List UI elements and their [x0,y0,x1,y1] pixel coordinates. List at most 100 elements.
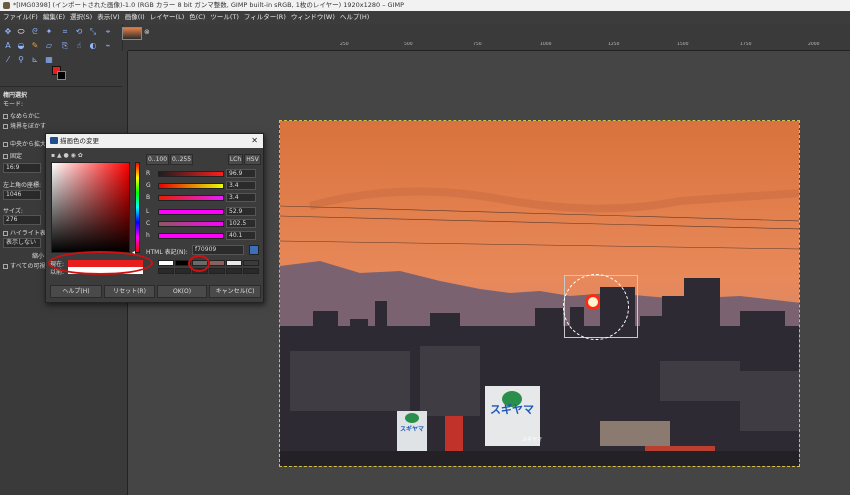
menu-windows[interactable]: ウィンドウ(W) [288,11,337,24]
menu-image[interactable]: 画像(I) [122,11,147,24]
antialias-label: なめらかに [10,113,41,120]
reset-button[interactable]: リセット(R) [104,285,155,298]
slider-value[interactable]: 40.1 [226,231,256,240]
slider-track[interactable] [158,221,224,227]
fixed-checkbox[interactable] [3,154,8,159]
menu-select[interactable]: 選択(S) [68,11,95,24]
annotation-ring [188,255,210,272]
range-0-255-button[interactable]: 0..255 [170,154,193,165]
menu-file[interactable]: ファイル(F) [0,11,40,24]
slider-track[interactable] [158,195,224,201]
measure-tool-icon[interactable]: ⊾ [30,55,40,65]
history-swatch[interactable] [243,260,259,266]
history-swatch[interactable] [209,260,225,266]
smudge-tool-icon[interactable]: ☝ [74,41,84,51]
eraser-tool-icon[interactable]: ▱ [44,41,54,51]
slider-track[interactable] [158,209,224,215]
range-0-100-button[interactable]: 0..100 [146,154,169,165]
align-tool-icon[interactable]: ⌖ [103,27,113,37]
expand-center-option[interactable]: 中央から拡大 [3,139,46,148]
antialias-checkbox[interactable] [3,114,8,119]
guides-select[interactable]: 表示しない [3,238,41,248]
eyedropper-icon[interactable] [249,245,259,255]
sign-text: スギヤマ [522,437,542,443]
hue-slider[interactable] [135,162,140,253]
image-tab-thumbnail[interactable] [122,27,142,40]
image-canvas[interactable]: スギヤマ スギヤマ スギヤマ [279,120,800,467]
slider-track[interactable] [158,233,224,239]
auto-shrink-button[interactable]: 縮小 [32,251,44,260]
history-swatch[interactable] [226,260,242,266]
antialias-option[interactable]: なめらかに [3,111,40,120]
slider-track[interactable] [158,183,224,189]
close-icon[interactable]: ✕ [251,134,258,148]
feather-checkbox[interactable] [3,124,8,129]
crop-tool-icon[interactable]: ⌗ [60,27,70,37]
slider-l[interactable]: L 52.9 [146,207,258,216]
menu-layer[interactable]: レイヤー(L) [147,11,187,24]
menu-colors[interactable]: 色(C) [187,11,208,24]
bucket-fill-tool-icon[interactable]: ◒ [16,41,26,51]
ok-button[interactable]: OK(O) [157,285,207,298]
ellipse-selection-marquee[interactable] [563,274,629,340]
horizontal-ruler[interactable]: 250 500 750 1000 1250 1500 1750 2000 [128,42,850,51]
help-button[interactable]: ヘルプ(H) [50,285,102,298]
menu-filters[interactable]: フィルター(R) [241,11,288,24]
slider-value[interactable]: 96.9 [226,169,256,178]
menu-help[interactable]: ヘルプ(H) [337,11,371,24]
size-width-field[interactable]: 276 [3,215,41,225]
gradient-tool-icon[interactable]: ▦ [44,55,54,65]
ruler-label: 750 [473,42,482,47]
history-swatch[interactable] [243,268,259,274]
slider-g[interactable]: G 3.4 [146,181,258,190]
lasso-tool-icon[interactable]: ᘓ [30,27,40,37]
slider-c[interactable]: C 102.5 [146,219,258,228]
slider-value[interactable]: 52.9 [226,207,256,216]
clone-tool-icon[interactable]: ⎘ [60,41,70,51]
slider-value[interactable]: 102.5 [226,219,256,228]
menu-edit[interactable]: 編集(E) [40,11,67,24]
dodge-tool-icon[interactable]: ◐ [88,41,98,51]
slider-value[interactable]: 3.4 [226,193,256,202]
slider-label: h [146,232,150,239]
slider-b[interactable]: B 3.4 [146,193,258,202]
history-swatch[interactable] [158,268,174,274]
history-swatch[interactable] [175,268,191,274]
menu-tools[interactable]: ツール(T) [208,11,242,24]
history-swatch[interactable] [226,268,242,274]
transform-tool-icon[interactable]: ⟲ [74,27,84,37]
zoom-tool-icon[interactable]: ⚲ [16,55,26,65]
fixed-option[interactable]: 固定 [3,151,22,160]
expand-center-checkbox[interactable] [3,142,8,147]
sign-text: スギヤマ [490,402,534,416]
slider-h[interactable]: h 40.1 [146,231,258,240]
slider-r[interactable]: R 96.9 [146,169,258,178]
hsv-button[interactable]: HSV [244,154,261,165]
saturation-value-picker[interactable] [51,162,130,253]
highlight-checkbox[interactable] [3,231,8,236]
color-picker-tool-icon[interactable]: ⁄ [3,55,13,65]
slider-value[interactable]: 3.4 [226,181,256,190]
all-visible-option[interactable]: すべての可視 [3,261,45,270]
background-color-swatch[interactable] [57,71,66,80]
move-tool-icon[interactable]: ✥ [3,27,13,37]
position-x-field[interactable]: 1046 [3,190,41,200]
warp-tool-icon[interactable]: ⤡ [88,27,98,37]
menu-view[interactable]: 表示(V) [95,11,123,24]
color-selector-tabs[interactable]: ▪ ▲ ● ◉ ✿ [51,152,83,159]
ellipse-select-tool-icon[interactable]: ⬭ [16,27,26,37]
lch-button[interactable]: LCh [228,154,243,165]
html-notation-input[interactable]: f70909 [192,245,244,255]
slider-track[interactable] [158,171,224,177]
history-swatch[interactable] [209,268,225,274]
all-visible-checkbox[interactable] [3,264,8,269]
cancel-button[interactable]: キャンセル(C) [209,285,261,298]
aspect-ratio-field[interactable]: 16:9 [3,163,41,173]
image-tab-close-icon[interactable]: ⊗ [144,28,150,36]
history-swatch[interactable] [158,260,174,266]
path-tool-icon[interactable]: ⌁ [103,41,113,51]
paintbrush-tool-icon[interactable]: ✎ [30,41,40,51]
fuzzy-select-tool-icon[interactable]: ✦ [44,27,54,37]
feather-option[interactable]: 境界をぼかす [3,121,46,130]
text-tool-icon[interactable]: A [3,41,13,51]
